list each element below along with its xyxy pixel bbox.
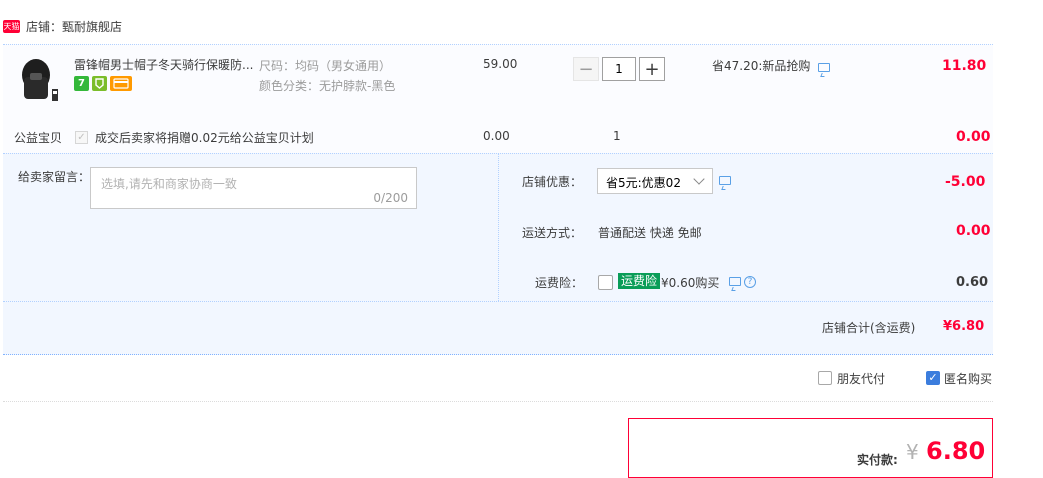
message-label: 给卖家留言：	[18, 170, 91, 184]
insurance-chat-icon[interactable]	[729, 277, 741, 286]
help-icon[interactable]: ?	[744, 276, 756, 288]
store-total-label: 店铺合计(含运费)	[822, 321, 916, 335]
message-input[interactable]: 选填,请先和商家协商一致 0/200	[90, 167, 417, 209]
discount-select[interactable]: 省5元:优惠02	[597, 168, 713, 194]
promo-chat-icon[interactable]	[818, 63, 830, 72]
payment-summary: 实付款: ¥ 6.80	[628, 418, 993, 478]
promo-text: 省47.20:新品抢购	[712, 59, 811, 73]
insurance-label: 运费险：	[535, 276, 584, 290]
quantity-stepper: − 1 +	[573, 57, 665, 81]
message-placeholder: 选填,请先和商家协商一致	[101, 177, 237, 191]
currency-symbol: ¥	[906, 440, 919, 464]
chevron-down-icon	[693, 173, 705, 185]
options-divider	[3, 401, 993, 402]
tmall-icon: 天猫	[3, 20, 20, 33]
unit-price: 59.00	[483, 57, 518, 71]
discount-label: 店铺优惠：	[522, 175, 583, 189]
shipping-label: 运送方式：	[522, 226, 583, 240]
store-total-value: ¥6.80	[943, 319, 985, 334]
payment-label: 实付款:	[857, 453, 898, 467]
decrease-quantity-button[interactable]: −	[573, 57, 599, 81]
friend-pay-checkbox[interactable]	[818, 371, 832, 385]
spec-size: 尺码：均码（男女通用）	[259, 59, 392, 73]
insurance-checkbox[interactable]	[598, 275, 613, 290]
anonymous-checkbox[interactable]: ✓	[926, 371, 940, 385]
shipping-value: 0.00	[956, 223, 991, 239]
anonymous-label[interactable]: 匿名购买	[944, 370, 992, 387]
charity-price: 0.00	[483, 129, 510, 143]
discount-selected: 省5元:优惠02	[606, 176, 681, 190]
vertical-divider	[498, 153, 499, 301]
product-thumbnail[interactable]	[14, 55, 60, 105]
charity-checkbox[interactable]: ✓	[75, 131, 88, 144]
increase-quantity-button[interactable]: +	[639, 57, 665, 81]
guarantee-icon	[92, 76, 107, 91]
payment-amount: 6.80	[926, 437, 986, 465]
item-subtotal: 11.80	[942, 58, 987, 74]
credit-card-icon	[110, 76, 132, 91]
insurance-price-text: ¥0.60购买	[661, 276, 720, 290]
service-badges: 7	[74, 76, 132, 91]
friend-pay-label[interactable]: 朋友代付	[837, 370, 885, 387]
insurance-badge: 运费险	[618, 273, 661, 289]
shipping-method: 普通配送 快递 免邮	[598, 226, 702, 240]
discount-chat-icon[interactable]	[719, 176, 731, 185]
store-name[interactable]: 店铺：甄耐旗舰店	[26, 18, 122, 35]
seven-day-return-icon: 7	[74, 76, 89, 91]
charity-text: 成交后卖家将捐赠0.02元给公益宝贝计划	[95, 131, 314, 145]
message-counter: 0/200	[373, 191, 408, 205]
quantity-input[interactable]: 1	[602, 57, 636, 81]
product-title[interactable]: 雷锋帽男士帽子冬天骑行保暖防...	[74, 56, 254, 73]
spec-color: 颜色分类：无护脖款-黑色	[259, 79, 396, 93]
discount-value: -5.00	[945, 174, 986, 190]
charity-label: 公益宝贝	[14, 131, 63, 145]
charity-subtotal: 0.00	[956, 129, 991, 145]
charity-qty: 1	[613, 129, 621, 143]
insurance-value: 0.60	[956, 275, 989, 290]
